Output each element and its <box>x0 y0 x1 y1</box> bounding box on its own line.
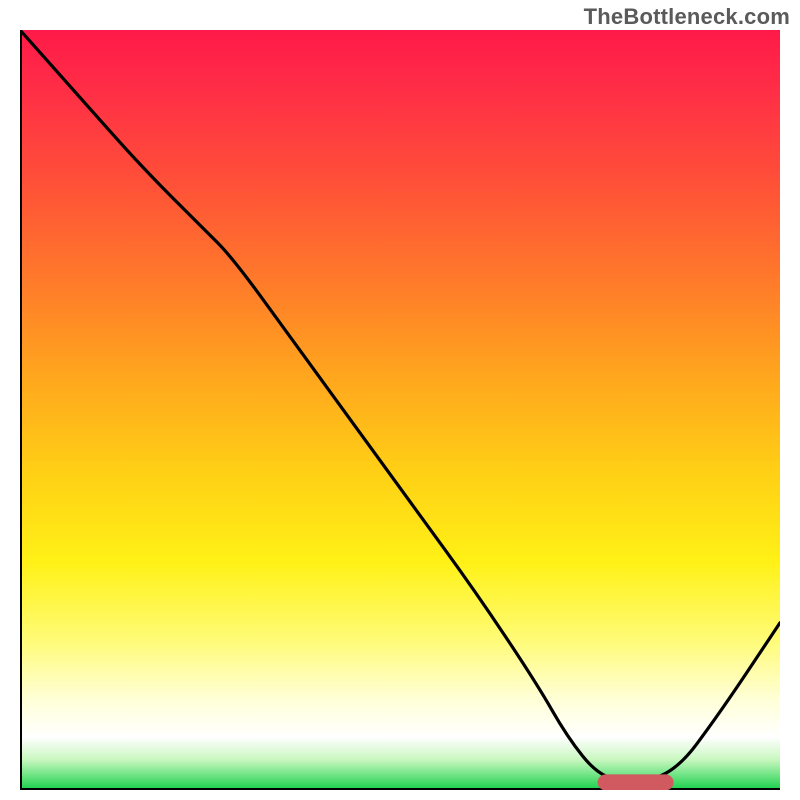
chart-stage: TheBottleneck.com <box>0 0 800 800</box>
optimum-marker <box>20 30 780 790</box>
watermark-label: TheBottleneck.com <box>584 4 790 30</box>
plot-area <box>20 30 780 790</box>
